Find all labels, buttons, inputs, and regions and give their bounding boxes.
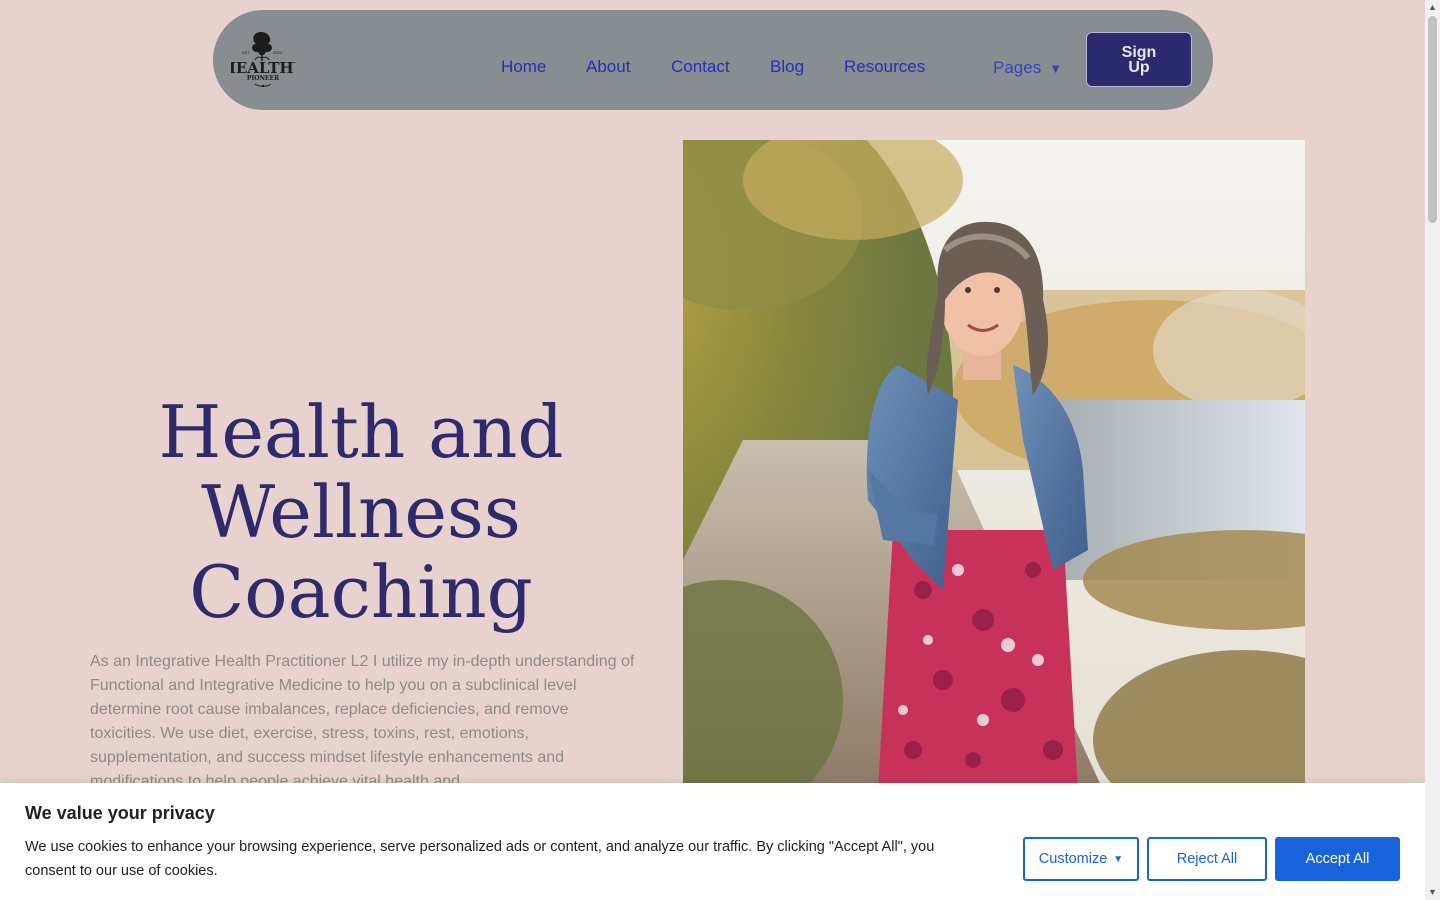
portrait-image — [683, 140, 1305, 790]
logo-year: 2023 — [273, 50, 283, 55]
hero-description: As an Integrative Health Practitioner L2… — [90, 653, 635, 790]
customize-button[interactable]: Customize ▼ — [1023, 837, 1139, 881]
cookie-consent-banner: We value your privacy We use cookies to … — [0, 783, 1425, 900]
cookie-message: We use cookies to enhance your browsing … — [25, 839, 935, 879]
hero-title-line2: Wellness — [201, 470, 521, 554]
nav-link-contact[interactable]: Contact — [671, 58, 730, 75]
cookie-title: We value your privacy — [25, 803, 215, 823]
hero-title-line3: Coaching — [189, 550, 533, 634]
caret-down-icon: ▼ — [1113, 853, 1124, 865]
nav-link-blog[interactable]: Blog — [770, 58, 804, 75]
customize-label: Customize — [1038, 851, 1108, 867]
nav-link-home[interactable]: Home — [501, 58, 546, 75]
sign-up-label: Sign Up — [1121, 43, 1157, 76]
reject-all-button[interactable]: Reject All — [1147, 837, 1267, 881]
vertical-scrollbar[interactable]: ▲ ▼ — [1425, 0, 1440, 900]
coach-portrait-photo — [683, 140, 1305, 790]
logo-est: EST. — [242, 50, 250, 55]
hero-title: Health and Wellness Coaching — [90, 392, 632, 632]
healthy-pioneer-logo[interactable]: EST. 2023 HEALTHY PIONEER — [222, 28, 305, 90]
pages-dropdown[interactable]: Pages ▼ — [993, 59, 1062, 76]
nav-link-about[interactable]: About — [586, 58, 630, 75]
hero-title-line1: Health and — [158, 390, 564, 474]
scroll-up-arrow-icon[interactable]: ▲ — [1428, 3, 1437, 12]
nav-link-resources[interactable]: Resources — [844, 58, 925, 75]
chevron-down-icon: ▼ — [1049, 61, 1063, 76]
sign-up-button[interactable]: Sign Up — [1086, 32, 1192, 87]
logo-line2: PIONEER — [247, 75, 280, 82]
logo-graphic: EST. 2023 HEALTHY PIONEER — [222, 32, 305, 88]
page: EST. 2023 HEALTHY PIONEER Home About Con… — [0, 0, 1425, 900]
scroll-down-arrow-icon[interactable]: ▼ — [1428, 888, 1437, 897]
pages-label: Pages — [993, 58, 1042, 77]
scrollbar-thumb[interactable] — [1428, 16, 1437, 223]
accept-all-button[interactable]: Accept All — [1275, 837, 1400, 881]
top-nav: EST. 2023 HEALTHY PIONEER Home About Con… — [213, 10, 1213, 110]
